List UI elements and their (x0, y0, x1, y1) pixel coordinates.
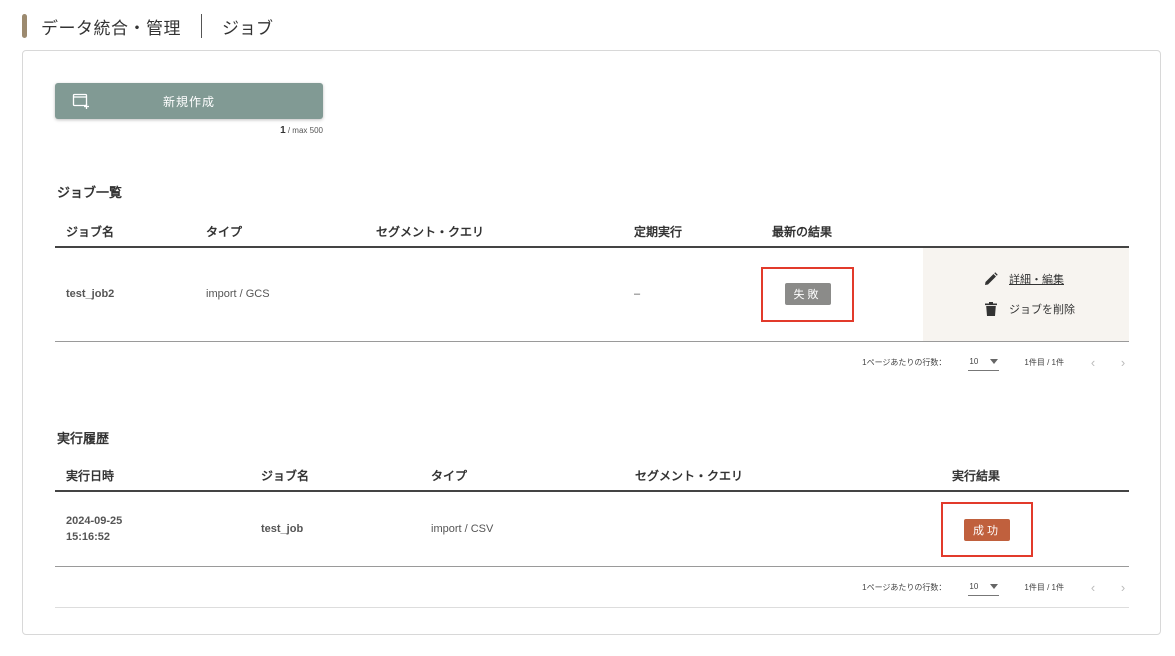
result-highlight-box: 成功 (941, 502, 1033, 558)
next-page-icon[interactable]: › (1118, 355, 1128, 370)
col-actions (923, 223, 1129, 248)
job-segment-cell (365, 247, 623, 342)
col-type: タイプ (420, 467, 624, 492)
job-quota: 1 / max 500 (223, 125, 323, 136)
col-run-datetime: 実行日時 (55, 467, 250, 492)
rows-per-page-label: 1ページあたりの行数： (862, 582, 947, 592)
history-table: 実行日時 ジョブ名 タイプ セグメント・クエリ 実行結果 2024-09-25 … (55, 467, 1129, 567)
history-table-header: 実行日時 ジョブ名 タイプ セグメント・クエリ 実行結果 (55, 467, 1129, 492)
result-highlight-box: 失敗 (761, 266, 854, 322)
page-range: 1件目 / 1件 (1024, 357, 1064, 367)
pencil-icon (983, 271, 999, 287)
quota-count: 1 (280, 125, 286, 136)
run-datetime-cell: 2024-09-25 15:16:52 (55, 491, 250, 567)
status-badge-fail: 失敗 (784, 283, 831, 306)
col-latest-result: 最新の結果 (761, 223, 923, 248)
delete-job-button[interactable]: ジョブを削除 (983, 298, 1129, 320)
next-page-icon[interactable]: › (1118, 580, 1128, 595)
edit-job-label: 詳細・編集 (1009, 274, 1064, 287)
delete-job-label: ジョブを削除 (1009, 304, 1075, 317)
page-subtitle: ジョブ (222, 18, 273, 38)
col-type: タイプ (195, 223, 365, 248)
prev-page-icon[interactable]: ‹ (1088, 580, 1098, 595)
new-job-label: 新規作成 (162, 94, 215, 109)
page-title: データ統合・管理 (41, 18, 181, 38)
jobs-pagination: 1ページあたりの行数： 10 1件目 / 1件 ‹ › (862, 352, 1128, 372)
prev-page-icon[interactable]: ‹ (1088, 355, 1098, 370)
job-actions-cell: 詳細・編集 ジョブを削除 (923, 247, 1129, 342)
new-window-icon (72, 93, 89, 109)
job-schedule-cell: – (623, 247, 761, 342)
history-pagination: 1ページあたりの行数： 10 1件目 / 1件 ‹ › (862, 577, 1128, 597)
run-result-cell: 成功 (941, 491, 1129, 567)
status-badge-success: 成功 (964, 518, 1010, 541)
table-row: test_job2 import / GCS – 失敗 詳細・編集 ジョブを削除 (55, 247, 1129, 342)
col-job-name: ジョブ名 (250, 467, 420, 492)
history-section-title: 実行履歴 (57, 431, 110, 446)
header-accent-bar (22, 14, 27, 38)
run-date: 2024-09-25 (66, 514, 123, 527)
run-segment-cell (624, 491, 941, 567)
dropdown-arrow-icon (990, 359, 999, 364)
trash-icon (983, 301, 999, 317)
job-name-cell: test_job2 (55, 247, 195, 342)
run-job-name-cell: test_job (250, 491, 420, 567)
col-schedule: 定期実行 (623, 223, 761, 248)
jobs-table-header: ジョブ名 タイプ セグメント・クエリ 定期実行 最新の結果 (55, 223, 1129, 248)
rows-per-page-value: 10 (969, 357, 979, 366)
dropdown-arrow-icon (990, 584, 999, 589)
col-segment: セグメント・クエリ (624, 467, 941, 492)
run-type-cell: import / CSV (420, 491, 624, 567)
edit-job-link[interactable]: 詳細・編集 (983, 268, 1129, 290)
page-header: データ統合・管理 ジョブ (22, 14, 273, 38)
rows-per-page-value: 10 (969, 582, 979, 591)
job-result-cell: 失敗 (761, 247, 923, 342)
main-card: 新規作成 1 / max 500 ジョブ一覧 ジョブ名 タイプ セグメント・クエ… (22, 50, 1161, 635)
rows-per-page-select[interactable]: 10 (968, 578, 1000, 596)
col-job-name: ジョブ名 (55, 223, 195, 248)
bottom-divider (55, 607, 1129, 608)
table-row: 2024-09-25 15:16:52 test_job import / CS… (55, 491, 1129, 567)
job-type-cell: import / GCS (195, 247, 365, 342)
new-job-button[interactable]: 新規作成 (55, 83, 323, 119)
header-divider (201, 14, 202, 38)
col-run-result: 実行結果 (941, 467, 1129, 492)
jobs-table: ジョブ名 タイプ セグメント・クエリ 定期実行 最新の結果 test_job2 … (55, 223, 1129, 342)
page-range: 1件目 / 1件 (1024, 582, 1064, 592)
col-segment: セグメント・クエリ (365, 223, 623, 248)
rows-per-page-select[interactable]: 10 (968, 353, 1000, 371)
rows-per-page-label: 1ページあたりの行数： (862, 357, 947, 367)
jobs-section-title: ジョブ一覧 (57, 185, 123, 200)
run-time: 15:16:52 (66, 530, 111, 543)
quota-max: / max 500 (287, 126, 323, 135)
